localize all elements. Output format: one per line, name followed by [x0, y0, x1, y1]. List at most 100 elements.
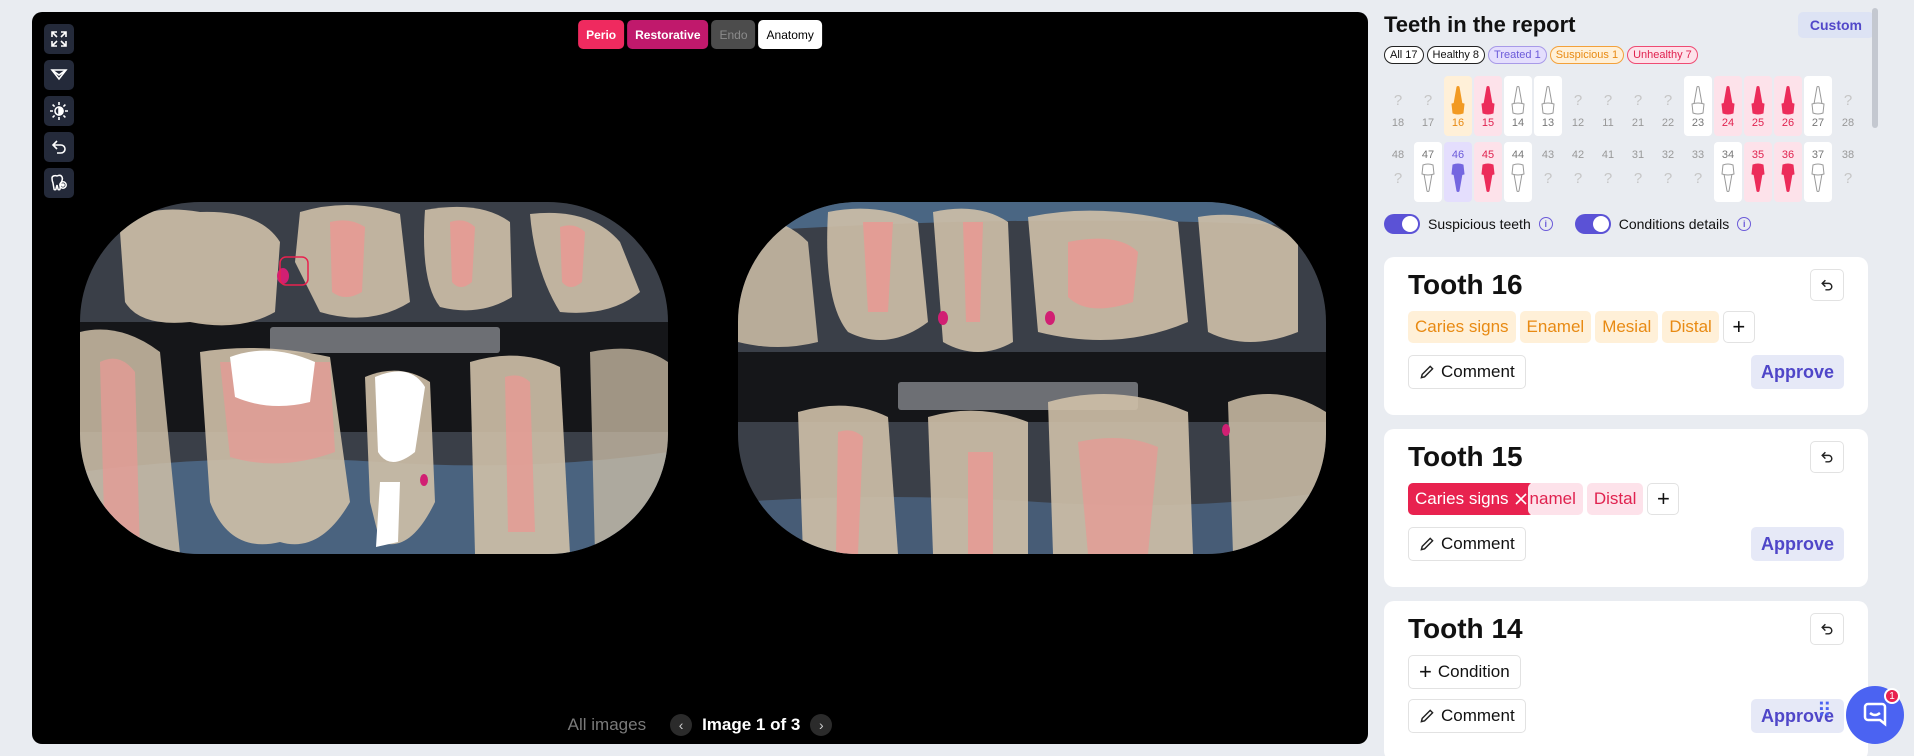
approve-button[interactable]: Approve [1750, 355, 1844, 389]
tooth-number: 46 [1451, 149, 1465, 161]
tooth-cell[interactable]: 45 [1474, 142, 1502, 202]
tooth-cell[interactable]: 47 [1414, 142, 1442, 202]
condition-tag[interactable]: Caries signs [1408, 311, 1516, 343]
tooth-cell[interactable]: 27 [1804, 76, 1832, 136]
tooth-number: 43 [1541, 149, 1555, 161]
question-mark-icon: ? [1693, 169, 1703, 187]
question-mark-icon: ? [1393, 169, 1403, 187]
tooth-cell[interactable]: 36 [1774, 142, 1802, 202]
tooth-number: 37 [1811, 149, 1825, 161]
filter-treated-chip[interactable]: Treated 1 [1488, 46, 1547, 64]
info-icon[interactable]: i [1737, 217, 1752, 231]
tooth-cell[interactable]: ? 18 [1384, 76, 1412, 136]
tooth-cell[interactable]: 15 [1474, 76, 1502, 136]
tooth-view-icon[interactable] [44, 168, 74, 198]
tooth-cell[interactable]: 43? [1534, 142, 1562, 202]
plus-icon: + [1419, 659, 1432, 684]
card-title: Tooth 16 [1408, 269, 1523, 300]
question-mark-icon: ? [1663, 169, 1673, 187]
chevron-right-icon[interactable]: › [810, 714, 833, 736]
tooth-cell[interactable]: 13 [1534, 76, 1562, 136]
brightness-icon[interactable] [44, 96, 74, 126]
add-condition-button[interactable]: + Condition [1408, 655, 1521, 689]
card-title: Tooth 14 [1408, 613, 1523, 644]
tooth-cell[interactable]: ? 22 [1654, 76, 1682, 136]
xray-image-right[interactable] [738, 202, 1326, 554]
panel-scrollbar[interactable] [1872, 8, 1878, 128]
tooth-cell[interactable]: 35 [1744, 142, 1772, 202]
tooth-number: 14 [1511, 117, 1525, 129]
undo-icon[interactable] [1810, 269, 1844, 301]
tooth-cell[interactable]: 16 [1444, 76, 1472, 136]
chat-button[interactable]: 1 [1846, 686, 1904, 744]
xray-image-left[interactable] [80, 202, 668, 554]
drag-handle-icon[interactable]: ⠿ [1817, 698, 1832, 723]
chevron-left-icon[interactable]: ‹ [670, 714, 693, 736]
filter-healthy-chip[interactable]: Healthy 8 [1426, 46, 1486, 64]
tooth-icon [1810, 161, 1826, 195]
tooth-number: 48 [1391, 149, 1405, 161]
comment-button[interactable]: Comment [1408, 699, 1526, 733]
filter-icon[interactable] [44, 60, 74, 90]
tooth-cell[interactable]: 34 [1714, 142, 1742, 202]
tooth-cell[interactable]: 24 [1714, 76, 1742, 136]
filter-suspicious-chip[interactable]: Suspicious 1 [1549, 46, 1625, 64]
approve-button[interactable]: Approve [1750, 527, 1844, 561]
undo-icon[interactable] [1810, 613, 1844, 645]
add-condition-icon[interactable]: + [1722, 311, 1755, 343]
tooth-cell[interactable]: 26 [1774, 76, 1802, 136]
tooth-cell[interactable]: 41? [1594, 142, 1622, 202]
undo-icon[interactable] [44, 132, 74, 162]
tooth-cell[interactable]: 23 [1684, 76, 1712, 136]
layer-restorative-button[interactable]: Restorative [627, 20, 709, 49]
tooth-cell[interactable]: 14 [1504, 76, 1532, 136]
layer-perio-button[interactable]: Perio [578, 20, 625, 49]
filter-all-chip[interactable]: All 17 [1384, 46, 1424, 64]
question-mark-icon: ? [1633, 169, 1643, 187]
tooth-cell[interactable]: 44 [1504, 142, 1532, 202]
expand-icon[interactable] [44, 24, 74, 54]
tooth-cell[interactable]: ? 12 [1564, 76, 1592, 136]
condition-tag[interactable]: Distal [1586, 483, 1644, 515]
condition-tag[interactable]: namel [1527, 483, 1583, 515]
layer-endo-button[interactable]: Endo [711, 20, 756, 49]
tooth-cell[interactable]: 48? [1384, 142, 1412, 202]
layer-anatomy-button[interactable]: Anatomy [758, 20, 822, 49]
tooth-icon [1780, 161, 1796, 195]
tooth-cell[interactable]: 32? [1654, 142, 1682, 202]
info-icon[interactable]: i [1538, 217, 1553, 231]
tooth-icon [1720, 83, 1736, 117]
condition-tag[interactable]: Enamel [1519, 311, 1592, 343]
selected-condition-tag[interactable]: Caries signs [1408, 483, 1534, 515]
tooth-cell[interactable]: 33? [1684, 142, 1712, 202]
tooth-cell[interactable]: 31? [1624, 142, 1652, 202]
approve-button[interactable]: Approve [1750, 699, 1844, 733]
tooth-number: 25 [1751, 117, 1765, 129]
filter-unhealthy-chip[interactable]: Unhealthy 7 [1627, 46, 1698, 64]
comment-button[interactable]: Comment [1408, 355, 1526, 389]
custom-button[interactable]: Custom [1797, 12, 1874, 38]
tooth-card-15: Tooth 15 Caries signs namel Distal + Com… [1384, 429, 1868, 587]
tooth-cell[interactable]: ? 21 [1624, 76, 1652, 136]
undo-icon[interactable] [1810, 441, 1844, 473]
tooth-cell[interactable]: ? 17 [1414, 76, 1442, 136]
tooth-cell[interactable]: 42? [1564, 142, 1592, 202]
comment-button[interactable]: Comment [1408, 527, 1526, 561]
condition-tag[interactable]: Distal [1662, 311, 1719, 343]
tooth-icon [1750, 161, 1766, 195]
add-condition-icon[interactable]: + [1647, 483, 1680, 515]
suspicious-teeth-toggle[interactable] [1384, 214, 1420, 234]
tooth-cell[interactable]: 25 [1744, 76, 1772, 136]
condition-tag[interactable]: Mesial [1595, 311, 1659, 343]
tooth-cell[interactable]: ? 11 [1594, 76, 1622, 136]
tooth-icon [1720, 161, 1736, 195]
all-images-link[interactable]: All images [568, 715, 646, 735]
tooth-cell[interactable]: 37 [1804, 142, 1832, 202]
condition-tags: Caries signs namel Distal + [1408, 483, 1844, 515]
suspicious-teeth-label: Suspicious teeth [1428, 216, 1531, 232]
conditions-details-toggle[interactable] [1574, 214, 1611, 234]
tooth-cell[interactable]: ? 28 [1834, 76, 1862, 136]
tooth-cell[interactable]: 46 [1444, 142, 1472, 202]
tooth-cell[interactable]: 38? [1834, 142, 1862, 202]
tooth-number: 18 [1391, 117, 1405, 129]
